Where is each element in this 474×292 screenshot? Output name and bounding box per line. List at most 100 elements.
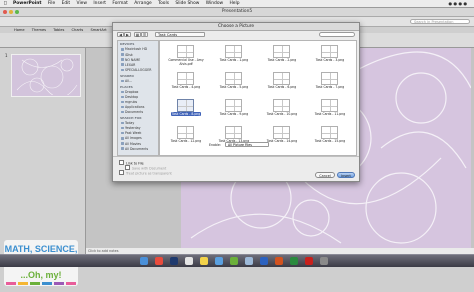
file-item[interactable]: Task Cards - 12.png [164, 126, 208, 147]
file-name-container: Task Cards - 10.png [260, 112, 304, 117]
enable-label: Enable: [209, 143, 221, 147]
file-item[interactable]: Commercial Use - Amy Alvis.pdf [164, 45, 208, 66]
back-button[interactable]: ◀ [117, 32, 124, 37]
slide-number: 1 [5, 53, 8, 58]
dock-item-iphoto-icon[interactable] [230, 257, 238, 265]
dock-item-chrome-icon[interactable] [155, 257, 163, 265]
image-file-icon [321, 45, 338, 58]
file-name-container: Task Cards - 12.png [164, 139, 208, 144]
image-file-icon [273, 126, 290, 139]
dock-item-trash-icon[interactable] [320, 257, 328, 265]
file-browser: Commercial Use - Amy Alvis.pdf Task Cards… [159, 40, 357, 156]
insert-button[interactable]: Insert [337, 172, 355, 178]
file-item[interactable]: Task Cards - 10.png [260, 99, 304, 120]
dock-item-photoshop-icon[interactable] [170, 257, 178, 265]
transparent-option: Treat picture as transparent [119, 170, 172, 176]
file-item[interactable]: Task Cards - 1.png [212, 45, 256, 66]
image-file-icon [273, 99, 290, 112]
enable-dropdown[interactable]: All Picture Files [225, 142, 269, 147]
menu-window[interactable]: Window [206, 1, 223, 6]
dock-item-notes-icon[interactable] [200, 257, 208, 265]
apple-icon[interactable]:  [4, 1, 7, 6]
image-file-icon [225, 72, 242, 85]
menu-slideshow[interactable]: Slide Show [175, 1, 199, 6]
file-name-container: Task Cards - 8.png [164, 112, 208, 117]
file-name-container: Task Cards - 9.png [212, 112, 256, 117]
image-file-icon [177, 126, 194, 139]
pdf-file-icon [177, 45, 194, 58]
file-name-container: Task Cards - 2.png [260, 58, 304, 63]
menu-edit[interactable]: Edit [62, 1, 71, 6]
file-name: Task Cards - 5.png [219, 85, 249, 89]
image-file-icon [273, 45, 290, 58]
close-window-icon[interactable] [3, 10, 7, 14]
dialog-sidebar: DEVICES Macintosh HD iDisk NO NAME LEXAR SPEC… [117, 40, 159, 156]
file-item[interactable]: Task Cards - 4.png [164, 72, 208, 93]
menu-format[interactable]: Format [112, 1, 127, 6]
dialog-title: Choose a Picture [113, 23, 359, 31]
tab-home[interactable]: Home [14, 28, 25, 32]
menu-tools[interactable]: Tools [158, 1, 169, 6]
file-name-container: Task Cards - 3.png [308, 58, 352, 63]
svg-text:MATH, SCIENCE,: MATH, SCIENCE, [5, 244, 78, 254]
slide-thumbnail[interactable] [11, 54, 81, 98]
slides-panel: 1 MATH, SCIENCE, SOCIAL STUDIES ...Oh, m… [0, 48, 86, 286]
dock-item-excel-icon[interactable] [290, 257, 298, 265]
image-file-icon [225, 99, 242, 112]
file-item[interactable]: Task Cards - 9.png [212, 99, 256, 120]
menu-help[interactable]: Help [230, 1, 240, 6]
file-item[interactable]: Task Cards - 3.png [308, 45, 352, 66]
minimize-window-icon[interactable] [9, 10, 13, 14]
location-dropdown[interactable]: Task Cards [155, 32, 205, 37]
sidebar-item[interactable]: All Documents [118, 146, 158, 151]
cancel-button[interactable]: Cancel [315, 172, 335, 178]
dock-item-word-icon[interactable] [260, 257, 268, 265]
file-name: Task Cards - 10.png [266, 112, 298, 116]
tab-charts[interactable]: Charts [72, 28, 84, 32]
sidebar-item[interactable]: Documents [118, 110, 158, 115]
menu-insert[interactable]: Insert [93, 1, 106, 6]
dialog-search-input[interactable] [319, 32, 355, 37]
file-item[interactable]: Task Cards - 6.png [260, 72, 304, 93]
menu-file[interactable]: File [48, 1, 55, 6]
dock-item-itunes-icon[interactable] [215, 257, 223, 265]
icon-view-button[interactable]: ▦ [134, 32, 141, 37]
menu-arrange[interactable]: Arrange [134, 1, 152, 6]
tab-tables[interactable]: Tables [53, 28, 64, 32]
file-item[interactable]: Task Cards - 15.png [308, 126, 352, 147]
image-file-icon [225, 45, 242, 58]
file-name: Commercial Use - Amy Alvis.pdf [168, 58, 204, 66]
link-to-file-checkbox[interactable] [119, 160, 124, 165]
choose-picture-dialog: Choose a Picture ◀ ▶ ▦ ☰ Task Cards DEVI… [112, 22, 360, 182]
menu-app[interactable]: PowerPoint [13, 1, 41, 6]
file-name-container: Task Cards - 5.png [212, 85, 256, 90]
sidebar-item[interactable]: SPECIALLOGGER [118, 67, 158, 72]
search-input[interactable]: Search in Presentation [410, 19, 470, 24]
dock-item-calendar-icon[interactable] [185, 257, 193, 265]
tab-themes[interactable]: Themes [32, 28, 46, 32]
file-name: Task Cards - 11.png [314, 112, 346, 116]
file-item[interactable]: Task Cards - 5.png [212, 72, 256, 93]
menu-view[interactable]: View [77, 1, 87, 6]
file-item[interactable]: Task Cards - 8.png [164, 99, 208, 120]
sidebar-item[interactable]: All... [118, 78, 158, 83]
file-item[interactable]: Task Cards - 7.png [308, 72, 352, 93]
transparent-label: Treat picture as transparent [126, 171, 172, 176]
list-view-button[interactable]: ☰ [141, 32, 148, 37]
file-name: Task Cards - 2.png [267, 58, 297, 62]
file-item[interactable]: Task Cards - 2.png [260, 45, 304, 66]
transparent-checkbox [119, 170, 124, 175]
window-titlebar: Presentation5 [0, 8, 474, 17]
file-name: Task Cards - 4.png [171, 85, 201, 89]
tab-smartart[interactable]: SmartArt [90, 28, 106, 32]
dock-item-preview-icon[interactable] [245, 257, 253, 265]
image-file-icon [225, 126, 242, 139]
zoom-window-icon[interactable] [15, 10, 19, 14]
dock-item-powerpoint-icon[interactable] [275, 257, 283, 265]
dock-item-acrobat-icon[interactable] [305, 257, 313, 265]
file-item[interactable]: Task Cards - 11.png [308, 99, 352, 120]
dock-item-finder-icon[interactable] [140, 257, 148, 265]
file-name-container: Task Cards - 6.png [260, 85, 304, 90]
image-file-icon [321, 126, 338, 139]
forward-button[interactable]: ▶ [124, 32, 131, 37]
